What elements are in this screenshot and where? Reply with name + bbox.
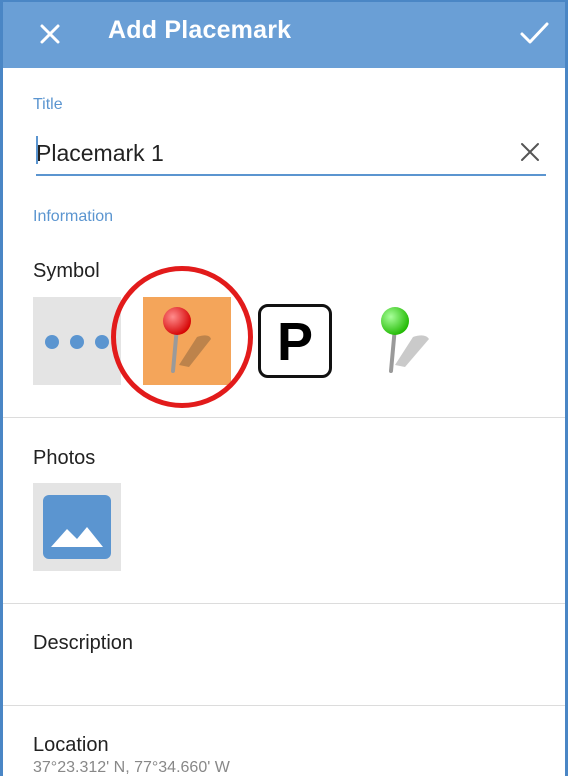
divider (3, 417, 565, 418)
more-symbols-button[interactable] (33, 297, 121, 385)
image-icon (43, 495, 111, 559)
title-label: Title (33, 96, 63, 113)
divider (3, 705, 565, 706)
check-icon[interactable] (517, 14, 551, 52)
green-pushpin-icon (381, 307, 429, 373)
close-icon[interactable] (33, 14, 67, 52)
divider (3, 603, 565, 604)
title-field (36, 132, 546, 176)
symbol-green-pin[interactable] (359, 297, 447, 385)
text-caret (36, 136, 38, 164)
location-coordinates: 37°23.312' N, 77°34.660' W (33, 759, 230, 776)
add-photo-button[interactable] (33, 483, 121, 571)
information-label: Information (33, 208, 114, 225)
add-placemark-screen: Add Placemark Title Information Symbol (0, 0, 568, 776)
clear-icon[interactable] (516, 138, 544, 166)
symbol-label: Symbol (33, 260, 100, 282)
location-label: Location (33, 734, 109, 756)
symbol-parking[interactable]: P (258, 304, 332, 378)
red-pushpin-icon (163, 307, 211, 373)
app-bar: Add Placemark (3, 2, 565, 68)
symbol-red-pin[interactable] (143, 297, 231, 385)
parking-symbol-label: P (276, 312, 314, 372)
description-label[interactable]: Description (33, 632, 133, 655)
title-input[interactable] (36, 138, 506, 168)
photos-label: Photos (33, 447, 96, 469)
page-title: Add Placemark (108, 16, 292, 44)
